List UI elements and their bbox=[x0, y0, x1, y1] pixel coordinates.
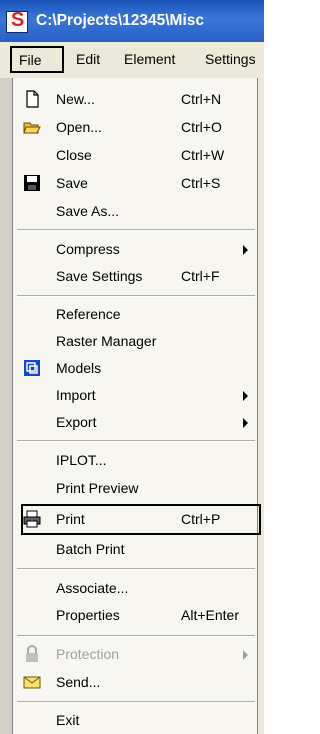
menu-file[interactable]: File bbox=[10, 46, 64, 73]
menu-item-label: Close bbox=[56, 147, 92, 163]
menu-item-compress[interactable]: Compress bbox=[13, 236, 259, 263]
menu-item-print[interactable]: Print Ctrl+P bbox=[13, 506, 259, 533]
menu-item-shortcut: Ctrl+P bbox=[181, 511, 221, 527]
menu-item-label: Save Settings bbox=[56, 268, 143, 284]
menu-item-label: Raster Manager bbox=[56, 333, 157, 349]
window-title: C:\Projects\12345\Misc bbox=[36, 12, 205, 29]
menu-item-save[interactable]: Save Ctrl+S bbox=[13, 170, 259, 197]
menu-item-models[interactable]: Models bbox=[13, 355, 259, 382]
menu-item-properties[interactable]: Properties Alt+Enter bbox=[13, 602, 259, 629]
menu-element[interactable]: Element bbox=[124, 51, 175, 67]
menu-item-label: Reference bbox=[56, 306, 121, 322]
menu-item-label: Open... bbox=[56, 119, 102, 135]
submenu-arrow-icon bbox=[243, 418, 248, 428]
menu-separator bbox=[17, 568, 255, 570]
menu-item-label: Properties bbox=[56, 607, 120, 623]
submenu-arrow-icon bbox=[243, 245, 248, 255]
save-icon bbox=[24, 175, 40, 191]
menu-edit[interactable]: Edit bbox=[76, 51, 100, 67]
menu-item-iplot[interactable]: IPLOT... bbox=[13, 447, 259, 474]
menu-item-label: Save bbox=[56, 175, 88, 191]
menu-item-label: Send... bbox=[56, 674, 101, 690]
menu-item-label: Models bbox=[56, 360, 102, 376]
menu-item-label: Batch Print bbox=[56, 541, 125, 557]
new-document-icon bbox=[26, 90, 39, 108]
menu-item-close[interactable]: Close Ctrl+W bbox=[13, 142, 259, 169]
title-bar: S C:\Projects\12345\Misc bbox=[0, 0, 264, 42]
menu-item-exit[interactable]: Exit bbox=[13, 707, 259, 734]
menu-item-print-preview[interactable]: Print Preview bbox=[13, 475, 259, 502]
menu-item-shortcut: Ctrl+S bbox=[181, 175, 221, 191]
menu-item-export[interactable]: Export bbox=[13, 409, 259, 436]
menu-item-shortcut: Alt+Enter bbox=[181, 607, 239, 623]
menu-item-label: Export bbox=[56, 414, 97, 430]
menu-item-protection[interactable]: Protection bbox=[13, 641, 259, 668]
menu-item-reference[interactable]: Reference bbox=[13, 301, 259, 328]
menu-item-label: Print Preview bbox=[56, 480, 139, 496]
menu-separator bbox=[17, 295, 255, 297]
menu-item-label: Associate... bbox=[56, 580, 129, 596]
microstation-icon[interactable]: S bbox=[6, 9, 28, 33]
menu-item-label: New... bbox=[56, 91, 95, 107]
menu-item-label: Compress bbox=[56, 241, 120, 257]
submenu-arrow-icon bbox=[243, 391, 248, 401]
menu-item-save-settings[interactable]: Save Settings Ctrl+F bbox=[13, 263, 259, 290]
menu-file-label: File bbox=[19, 52, 42, 68]
models-icon bbox=[24, 360, 40, 376]
menu-item-shortcut: Ctrl+N bbox=[181, 91, 222, 107]
menu-item-raster-manager[interactable]: Raster Manager bbox=[13, 328, 259, 355]
menu-bar: File Edit Element Settings bbox=[0, 42, 264, 78]
submenu-arrow-icon bbox=[243, 650, 248, 660]
menu-item-label: Print bbox=[56, 511, 85, 527]
menu-separator bbox=[17, 229, 255, 231]
menu-item-label: IPLOT... bbox=[56, 452, 107, 468]
menu-settings[interactable]: Settings bbox=[205, 51, 256, 67]
menu-item-shortcut: Ctrl+F bbox=[181, 268, 220, 284]
menu-separator bbox=[17, 635, 255, 637]
menu-item-label: Protection bbox=[56, 646, 120, 662]
file-menu-dropdown: New... Ctrl+N Open... Ctrl+O Close Ctrl+… bbox=[12, 78, 261, 734]
open-folder-icon bbox=[23, 122, 41, 134]
menu-item-shortcut: Ctrl+O bbox=[181, 119, 222, 135]
menu-item-import[interactable]: Import bbox=[13, 382, 259, 409]
menu-item-new[interactable]: New... Ctrl+N bbox=[13, 86, 259, 113]
menu-separator bbox=[17, 440, 255, 442]
menu-item-open[interactable]: Open... Ctrl+O bbox=[13, 114, 259, 141]
menu-separator bbox=[17, 701, 255, 703]
menu-item-label: Exit bbox=[56, 712, 80, 728]
menu-item-associate[interactable]: Associate... bbox=[13, 575, 259, 602]
menu-item-send[interactable]: Send... bbox=[13, 669, 259, 696]
mail-icon bbox=[23, 676, 41, 689]
menu-item-label: Import bbox=[56, 387, 96, 403]
lock-icon bbox=[26, 645, 38, 662]
menu-item-label: Save As... bbox=[56, 203, 120, 219]
menu-item-shortcut: Ctrl+W bbox=[181, 147, 225, 163]
printer-icon bbox=[23, 510, 41, 528]
menu-item-batch-print[interactable]: Batch Print bbox=[13, 536, 259, 563]
menu-item-save-as[interactable]: Save As... bbox=[13, 198, 259, 225]
